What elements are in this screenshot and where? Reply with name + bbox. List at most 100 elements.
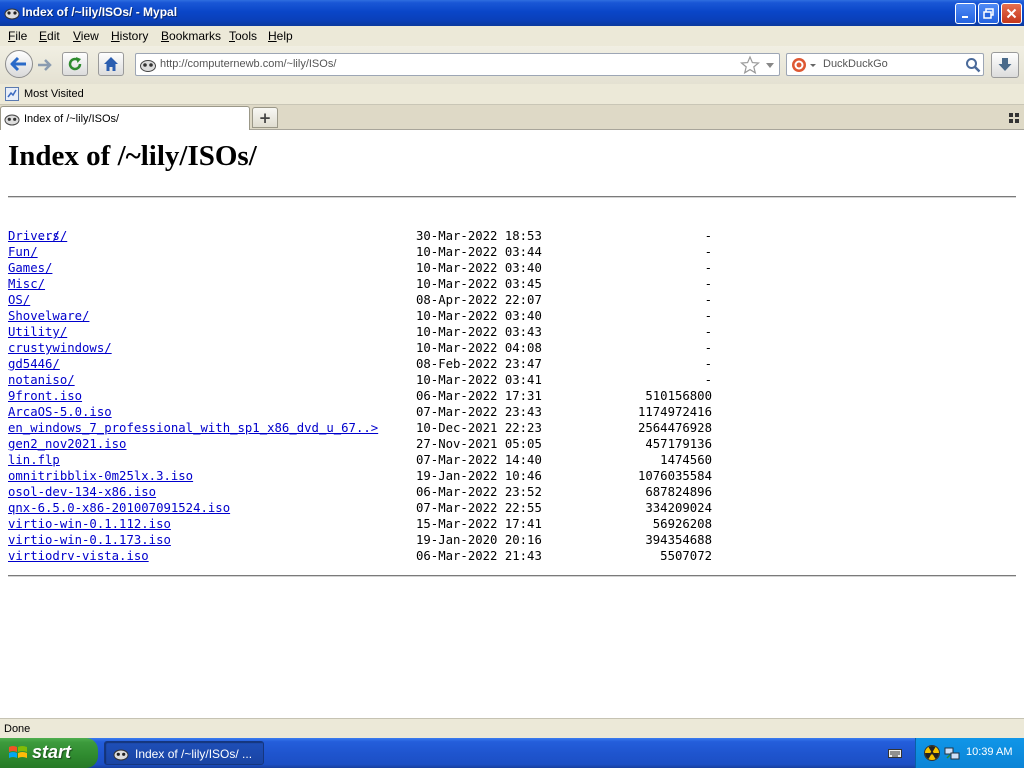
- table-row: virtio-win-0.1.173.iso 19-Jan-2020 20:16 3…: [8, 532, 712, 548]
- modified-date: 08-Apr-2022 22:07: [416, 293, 542, 307]
- menu-help[interactable]: Help: [268, 29, 293, 43]
- file-link[interactable]: Games/: [8, 261, 52, 275]
- file-link[interactable]: lin.flp: [8, 453, 60, 467]
- menu-bookmarks[interactable]: Bookmarks: [161, 29, 221, 43]
- status-text: Done: [4, 723, 31, 735]
- file-link[interactable]: gen2_nov2021.iso: [8, 437, 126, 451]
- table-row: virtiodrv-vista.iso 06-Mar-2022 21:43 5507…: [8, 548, 712, 564]
- window-title: Index of /~lily/ISOs/ - Mypal: [22, 5, 178, 19]
- list-all-tabs-icon[interactable]: [1008, 112, 1020, 124]
- table-row: notaniso/10-Mar-2022 03:41 -: [8, 372, 712, 388]
- file-size: 1076035584: [637, 469, 712, 483]
- back-arrow-icon: [10, 56, 26, 72]
- keyboard-icon[interactable]: [888, 747, 902, 759]
- mypal-icon: [4, 8, 20, 20]
- table-row: crustywindows/10-Mar-2022 04:08 -: [8, 340, 712, 356]
- file-link[interactable]: 9front.iso: [8, 389, 82, 403]
- modified-date: 10-Mar-2022 04:08: [416, 341, 542, 355]
- title-bar[interactable]: Index of /~lily/ISOs/ - Mypal: [0, 0, 1024, 26]
- file-link[interactable]: virtio-win-0.1.173.iso: [8, 533, 171, 547]
- engine-dropdown-icon[interactable]: [808, 58, 818, 72]
- search-input[interactable]: DuckDuckGo: [823, 58, 888, 70]
- search-bar[interactable]: DuckDuckGo: [786, 53, 984, 76]
- file-link[interactable]: OS/: [8, 293, 30, 307]
- star-icon[interactable]: [740, 55, 760, 75]
- minimize-icon: [962, 16, 968, 18]
- modified-date: 10-Dec-2021 22:23: [416, 421, 542, 435]
- tab-active[interactable]: Index of /~lily/ISOs/: [0, 106, 250, 130]
- start-button[interactable]: start: [0, 738, 98, 768]
- file-size: -: [704, 245, 712, 259]
- file-link[interactable]: qnx-6.5.0-x86-201007091524.iso: [8, 501, 230, 515]
- menu-file[interactable]: File: [8, 29, 27, 43]
- file-link[interactable]: crustywindows/: [8, 341, 112, 355]
- reload-button[interactable]: [62, 52, 88, 76]
- file-link[interactable]: en_windows_7_professional_with_sp1_x86_d…: [8, 421, 378, 435]
- file-size: -: [704, 373, 712, 387]
- file-size: 1474560: [660, 453, 712, 467]
- modified-date: 08-Feb-2022 23:47: [416, 357, 542, 371]
- file-link[interactable]: Drivers/: [8, 229, 67, 243]
- file-size: -: [704, 229, 712, 243]
- taskbar-window-label: Index of /~lily/ISOs/ ...: [135, 747, 253, 761]
- home-icon: [104, 57, 118, 71]
- menu-history[interactable]: History: [111, 29, 148, 43]
- magnifier-icon[interactable]: [965, 57, 981, 73]
- menu-edit[interactable]: Edit: [39, 29, 60, 43]
- modified-date: 10-Mar-2022 03:40: [416, 261, 542, 275]
- file-link[interactable]: ArcaOS-5.0.iso: [8, 405, 112, 419]
- forward-button[interactable]: [33, 55, 55, 75]
- tab-strip: Index of /~lily/ISOs/ +: [0, 105, 1024, 130]
- parent-directory-row: ../: [8, 212, 60, 243]
- url-bar[interactable]: http://computernewb.com/~lily/ISOs/: [135, 53, 780, 76]
- site-identity-icon[interactable]: [139, 56, 157, 74]
- modified-date: 19-Jan-2022 10:46: [416, 469, 542, 483]
- file-link[interactable]: virtiodrv-vista.iso: [8, 549, 149, 563]
- duckduckgo-icon[interactable]: [791, 57, 807, 73]
- file-size: 334209024: [645, 501, 712, 515]
- file-link[interactable]: gd5446/: [8, 357, 60, 371]
- restore-icon: [983, 8, 994, 19]
- file-link[interactable]: Utility/: [8, 325, 67, 339]
- file-size: -: [704, 277, 712, 291]
- file-size: 457179136: [645, 437, 712, 451]
- radiation-tray-icon[interactable]: [924, 745, 940, 761]
- table-row: gd5446/08-Feb-2022 23:47 -: [8, 356, 712, 372]
- menu-view[interactable]: View: [73, 29, 99, 43]
- new-tab-button[interactable]: +: [252, 107, 278, 128]
- menu-tools[interactable]: Tools: [229, 29, 257, 43]
- file-link[interactable]: notaniso/: [8, 373, 75, 387]
- modified-date: 10-Mar-2022 03:41: [416, 373, 542, 387]
- modified-date: 06-Mar-2022 17:31: [416, 389, 542, 403]
- download-icon: [998, 58, 1012, 71]
- most-visited-icon: [5, 87, 19, 101]
- table-row: en_windows_7_professional_with_sp1_x86_d…: [8, 420, 712, 436]
- close-button[interactable]: [1001, 3, 1022, 24]
- table-row: OS/08-Apr-2022 22:07 -: [8, 292, 712, 308]
- restore-button[interactable]: [978, 3, 999, 24]
- url-dropdown-icon[interactable]: [762, 56, 778, 74]
- tab-label: Index of /~lily/ISOs/: [24, 113, 120, 125]
- file-link[interactable]: Shovelware/: [8, 309, 89, 323]
- table-row: qnx-6.5.0-x86-201007091524.iso 07-Mar-202…: [8, 500, 712, 516]
- file-link[interactable]: virtio-win-0.1.112.iso: [8, 517, 171, 531]
- bookmark-most-visited[interactable]: Most Visited: [24, 88, 84, 100]
- file-link[interactable]: osol-dev-134-x86.iso: [8, 485, 156, 499]
- start-label: start: [32, 742, 72, 762]
- back-button[interactable]: [5, 50, 33, 78]
- file-link[interactable]: omnitribblix-0m25lx.3.iso: [8, 469, 193, 483]
- home-button[interactable]: [98, 52, 124, 76]
- url-text[interactable]: http://computernewb.com/~lily/ISOs/: [160, 58, 336, 70]
- downloads-button[interactable]: [991, 52, 1019, 78]
- network-tray-icon[interactable]: [944, 745, 960, 761]
- forward-arrow-icon: [38, 59, 52, 71]
- modified-date: 27-Nov-2021 05:05: [416, 437, 542, 451]
- taskbar-window-button[interactable]: Index of /~lily/ISOs/ ...: [104, 741, 264, 765]
- file-size: -: [704, 293, 712, 307]
- file-size: 2564476928: [637, 421, 712, 435]
- minimize-button[interactable]: [955, 3, 976, 24]
- page-content: Index of /~lily/ISOs/ ../ Drivers/30-Mar…: [0, 130, 1024, 718]
- system-tray: 10:39 AM: [915, 738, 1024, 768]
- file-link[interactable]: Misc/: [8, 277, 45, 291]
- file-link[interactable]: Fun/: [8, 245, 38, 259]
